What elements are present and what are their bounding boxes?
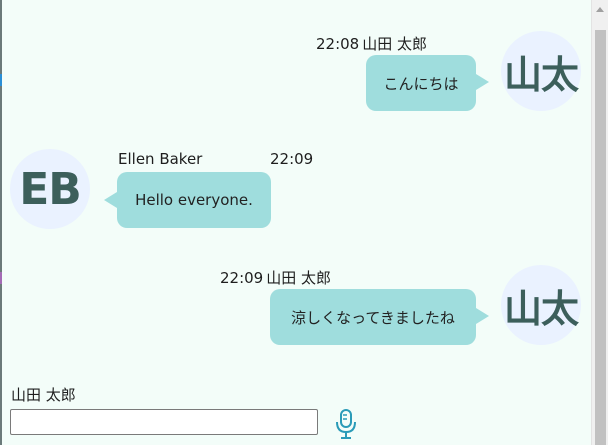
bubble-tail bbox=[476, 74, 489, 90]
voice-input-button[interactable] bbox=[331, 407, 361, 441]
message-header: 22:09 山田 太郎 bbox=[220, 267, 331, 288]
bubble-tail bbox=[104, 192, 117, 208]
message-text: こんにちは bbox=[383, 74, 459, 93]
message-text: 涼しくなってきましたね bbox=[291, 308, 455, 327]
message-time: 22:09 bbox=[220, 269, 264, 287]
message-header: 22:08 山田 太郎 bbox=[316, 33, 427, 54]
scroll-up-arrow-icon[interactable] bbox=[596, 7, 604, 12]
message-input[interactable] bbox=[10, 409, 318, 435]
message-bubble: 涼しくなってきましたね bbox=[270, 289, 476, 345]
message-time: 22:09 bbox=[270, 150, 314, 168]
scrollbar-thumb[interactable] bbox=[595, 30, 606, 445]
chat-window: 22:08 山田 太郎 こんにちは 山太 EB Ellen Baker 22:09… bbox=[0, 0, 608, 445]
window-edge-marker bbox=[0, 74, 2, 86]
current-user-name: 山田 太郎 bbox=[11, 386, 76, 404]
window-edge-marker bbox=[0, 272, 2, 284]
message-time: 22:08 bbox=[316, 35, 360, 53]
avatar: EB bbox=[10, 149, 90, 229]
message-text: Hello everyone. bbox=[135, 191, 253, 209]
microphone-icon bbox=[336, 409, 356, 439]
message-bubble: Hello everyone. bbox=[117, 172, 271, 228]
vertical-scrollbar[interactable] bbox=[591, 0, 608, 445]
avatar-initials: 山太 bbox=[503, 286, 579, 331]
bubble-tail bbox=[476, 308, 489, 324]
avatar: 山太 bbox=[501, 31, 581, 111]
message-sender: 山田 太郎 bbox=[266, 269, 332, 287]
window-left-edge bbox=[0, 0, 2, 445]
avatar-initials: EB bbox=[19, 163, 82, 215]
message-bubble: こんにちは bbox=[366, 55, 476, 111]
avatar-initials: 山太 bbox=[503, 52, 579, 97]
avatar: 山太 bbox=[501, 265, 581, 345]
message-sender: Ellen Baker bbox=[118, 150, 203, 168]
message-sender: 山田 太郎 bbox=[362, 35, 428, 53]
